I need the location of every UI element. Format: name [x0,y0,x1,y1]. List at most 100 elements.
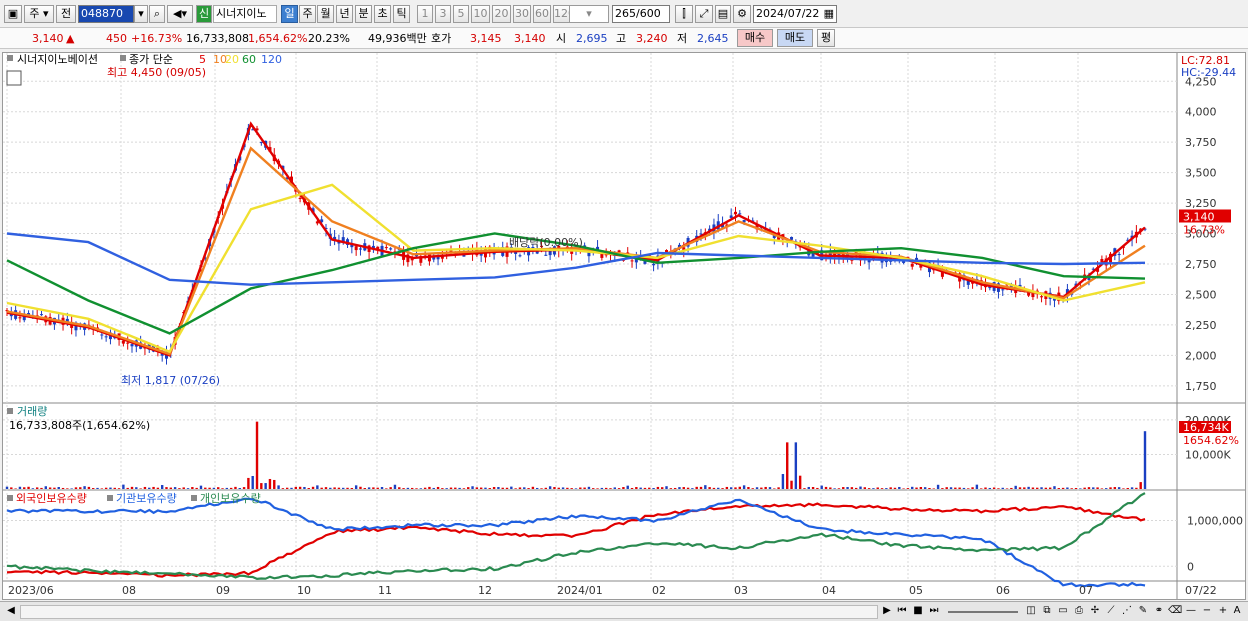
volume-bar [35,487,39,489]
code-dropdown-icon[interactable]: ▾ [134,5,148,23]
copy-icon[interactable]: ⧉ [1040,604,1054,618]
calendar-icon[interactable]: ▦ [824,6,834,22]
candle-body [104,336,108,338]
scroll-bar[interactable]: ◀ ▶ ⏮ ■ ⏭ ◫ ⧉ ▭ ⎙ ✢ ⟋ ⋰ ✎ ⚭ ⌫ — − + A [0,601,1248,621]
volume-bar [234,486,237,489]
interval-button-30[interactable]: 30 [513,5,531,23]
gear-icon[interactable]: ⚙ [733,5,751,23]
search-icon[interactable]: ⌕ [149,5,165,23]
pen-icon[interactable]: ✎ [1136,604,1150,618]
volume-bar [432,487,435,489]
interval-input[interactable]: ▾ [569,5,609,23]
market-type-label: 주 [29,7,40,20]
volume-bar [260,483,263,489]
volume-bar [949,487,953,489]
period-button-4[interactable]: 분 [355,5,372,23]
candle-type-icon[interactable]: ⫿ [675,5,693,23]
volume-bar [1053,486,1056,489]
plus-icon[interactable]: + [1216,604,1230,618]
eraser-icon[interactable]: ⌫ [1168,604,1182,618]
scroll-right-icon[interactable]: ▶ [880,604,894,618]
x-tick-label: 03 [734,584,748,597]
scroll-left-icon[interactable]: ◀ [4,604,18,618]
interval-button-20[interactable]: 20 [492,5,511,23]
volume-bar [984,487,987,489]
zoom-slider[interactable] [948,611,1018,613]
volume-bar [682,487,685,489]
count-input[interactable]: 265/600 [612,5,670,23]
candle-body [298,197,302,199]
market-type-select[interactable]: 주 ▾ [24,5,54,23]
stock-code-input[interactable]: 048870 [78,5,134,23]
indicator-icon[interactable]: ⤢ [695,5,713,23]
date-input[interactable]: 2024/07/22 ▦ [753,5,837,23]
sound-icon[interactable]: ◀▾ [167,5,193,23]
ask-label: 호가 [431,32,452,45]
buy-button[interactable]: 매수 [737,29,773,47]
volume-bar [712,487,716,489]
sell-button[interactable]: 매도 [777,29,813,47]
interval-button-1[interactable]: 1 [417,5,433,23]
chart-area[interactable]: 4,250 4,000 3,750 3,500 3,250 3,000 2,750 2,500… [2,52,1246,600]
link-icon[interactable]: ⚭ [1152,604,1166,618]
window-icon[interactable]: ▣ [4,5,22,23]
period-button-5[interactable]: 초 [374,5,391,23]
volume-bar [570,488,573,489]
stop-icon[interactable]: ■ [911,604,925,618]
interval-button-10[interactable]: 10 [471,5,490,23]
zoom-out-icon[interactable]: — [1184,604,1198,618]
scroll-track[interactable] [20,605,878,619]
layout-icon[interactable]: ◫ [1024,604,1038,618]
volume-bar [742,485,746,489]
price-tick-label: 3,500 [1185,167,1217,180]
volume-bar [635,487,638,489]
volume-bar [290,487,293,489]
go-first-icon[interactable]: ⏮ [895,604,909,618]
volume-bar [74,487,78,489]
count-value: 265 [615,7,636,20]
low-price: 2,645 [697,32,729,45]
volume-bar [820,485,823,489]
volume-bar [376,487,379,489]
period-button-3[interactable]: 년 [336,5,353,23]
print-icon[interactable]: ⎙ [1072,604,1086,618]
draw-icon[interactable]: ⋰ [1120,604,1134,618]
volume-bar [285,487,289,489]
candle-body [910,263,914,267]
go-last-icon[interactable]: ⏭ [927,604,941,618]
volume-bar [311,486,315,489]
interval-button-60[interactable]: 60 [533,5,551,23]
period-button-6[interactable]: 틱 [393,5,410,23]
text-size-icon[interactable]: A [1230,604,1244,618]
price-mode-select[interactable]: 전 [56,5,76,23]
volume-bar [109,487,112,489]
window-icon-2[interactable]: ▭ [1056,604,1070,618]
volume-bar [268,478,272,489]
period-button-0[interactable]: 일 [281,5,298,23]
volume-bar [342,487,345,489]
period-button-2[interactable]: 월 [317,5,334,23]
crosshair-icon[interactable]: ✢ [1088,604,1102,618]
up-arrow-icon: ▲ [66,32,75,45]
volume-bar [548,486,552,489]
volume-bar [462,488,466,489]
volume-bar [643,487,647,489]
minus-icon[interactable]: − [1200,604,1214,618]
candle-body [130,344,134,347]
volume-bar [1001,487,1004,489]
volume-bar [320,487,323,489]
save-icon[interactable]: ▤ [715,5,731,23]
avg-button[interactable]: 평 [817,29,835,47]
chart-canvas[interactable]: 4,2504,0003,7503,5003,2503,0002,7502,500… [3,53,1245,599]
high-label: 고 [616,32,627,45]
volume-bar [27,486,30,489]
volume-bar [811,486,815,489]
candle-body [1040,296,1044,298]
volume-bar [1010,487,1013,489]
interval-button-5[interactable]: 5 [453,5,469,23]
period-button-1[interactable]: 주 [299,5,316,23]
trendline-icon[interactable]: ⟋ [1104,604,1118,618]
volume-bar [1096,487,1099,489]
volume-bar [911,486,914,489]
interval-button-3[interactable]: 3 [435,5,451,23]
